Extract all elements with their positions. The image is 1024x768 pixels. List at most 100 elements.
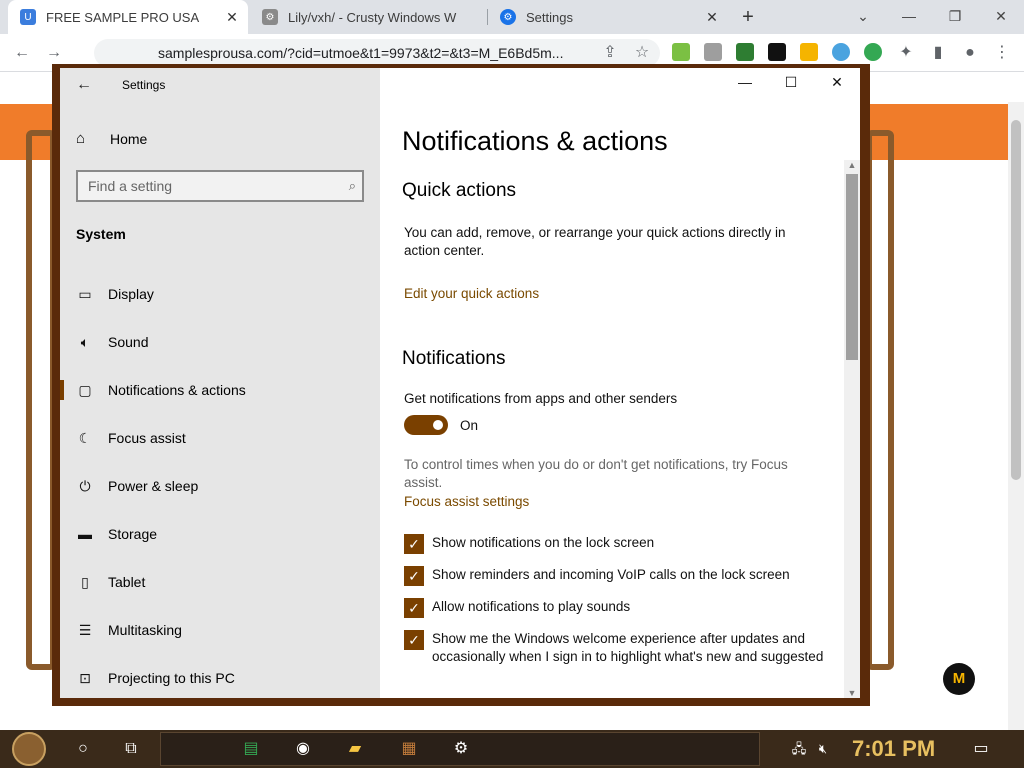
back-arrow-icon[interactable]: ←	[76, 76, 96, 96]
page-scroll-thumb[interactable]	[1011, 120, 1021, 480]
sidebar-item-notifications[interactable]: ▢ Notifications & actions	[60, 372, 380, 408]
checkmark-icon[interactable]: ✓	[404, 630, 424, 650]
tab-label: Settings	[526, 9, 573, 25]
sidebar-item-storage[interactable]: ▬ Storage	[60, 516, 380, 552]
sidebar-item-projecting[interactable]: ⊡ Projecting to this PC	[60, 660, 380, 696]
sidebar-item-power-sleep[interactable]: ⏻ Power & sleep	[60, 468, 380, 504]
sidebar-item-label: Display	[108, 286, 154, 302]
task-view-icon[interactable]: ⧉	[116, 734, 146, 764]
moon-icon: ☾	[78, 429, 92, 446]
checkmark-icon[interactable]: ✓	[404, 534, 424, 554]
puzzle-extensions-icon[interactable]: ✦	[894, 41, 918, 65]
speaker-icon: 🔈︎	[80, 333, 90, 350]
browser-tab-free-sample[interactable]: U FREE SAMPLE PRO USA ✕	[8, 0, 248, 34]
notifications-toggle[interactable]	[404, 415, 448, 435]
extension-icon[interactable]	[736, 43, 754, 61]
find-setting-input[interactable]: Find a setting ⌕	[76, 170, 364, 202]
sheets-app-icon[interactable]: ▤	[236, 734, 266, 764]
restore-browser-icon[interactable]: ❐	[932, 4, 978, 28]
checkbox-label: Allow notifications to play sounds	[432, 599, 631, 614]
search-icon: ⌕	[348, 178, 356, 193]
sidebar-item-label: Notifications & actions	[108, 382, 246, 398]
settings-scroll-thumb[interactable]	[846, 174, 858, 360]
globe-icon[interactable]	[832, 43, 850, 61]
settings-window: ← Settings ⌂ Home Find a setting ⌕ Syste…	[52, 64, 870, 706]
action-center-icon[interactable]: ▭	[966, 734, 996, 764]
reminders-voip-checkbox-row[interactable]: ✓ Show reminders and incoming VoIP calls…	[404, 566, 824, 586]
new-tab-button[interactable]: +	[736, 5, 760, 29]
side-panel-icon[interactable]: ▮	[926, 41, 950, 65]
browser-tab-settings[interactable]: ⚙ Settings ✕	[488, 0, 728, 34]
notification-sounds-checkbox-row[interactable]: ✓ Allow notifications to play sounds	[404, 598, 824, 618]
close-tab-icon[interactable]: ✕	[704, 9, 720, 25]
site-favicon-icon: U	[20, 9, 36, 25]
settings-sidebar: ← Settings ⌂ Home Find a setting ⌕ Syste…	[60, 68, 380, 698]
share-icon[interactable]: ⇪	[598, 41, 622, 65]
quick-actions-heading: Quick actions	[402, 180, 517, 201]
settings-gear-icon[interactable]: ⚙	[446, 734, 476, 764]
checkmark-icon[interactable]: ✓	[404, 566, 424, 586]
tab-label: Lily/vxh/ - Crusty Windows W	[288, 9, 457, 25]
extension-icon[interactable]	[800, 43, 818, 61]
edit-quick-actions-link[interactable]: Edit your quick actions	[404, 286, 539, 301]
close-tab-icon[interactable]: ✕	[224, 9, 240, 25]
muted-speaker-icon[interactable]: 🔇︎	[808, 734, 838, 764]
lock-screen-notifications-checkbox-row[interactable]: ✓ Show notifications on the lock screen	[404, 534, 824, 554]
forward-arrow-icon[interactable]: →	[42, 41, 66, 65]
welcome-experience-checkbox-row[interactable]: ✓ Show me the Windows welcome experience…	[404, 630, 824, 666]
scroll-down-arrow-icon[interactable]: ▼	[844, 688, 860, 698]
extension-icon[interactable]	[864, 43, 882, 61]
checkmark-icon[interactable]: ✓	[404, 598, 424, 618]
sidebar-item-tablet[interactable]: ▯ Tablet	[60, 564, 380, 600]
scroll-up-arrow-icon[interactable]: ▲	[844, 160, 860, 170]
start-button[interactable]	[12, 732, 46, 766]
focus-assist-hint: To control times when you do or don't ge…	[404, 457, 788, 490]
section-heading-system: System	[76, 226, 126, 242]
sidebar-item-label: Tablet	[108, 574, 146, 590]
minimize-window-icon[interactable]: —	[730, 74, 760, 96]
extension-icon[interactable]	[672, 43, 690, 61]
page-scrollbar[interactable]	[1008, 102, 1024, 730]
checkbox-label: Show me the Windows welcome experience a…	[432, 631, 824, 664]
power-icon: ⏻	[79, 477, 91, 494]
sidebar-item-label: Power & sleep	[108, 478, 199, 494]
extension-icon[interactable]	[768, 43, 786, 61]
settings-scrollbar[interactable]: ▲ ▼	[844, 160, 860, 698]
back-arrow-icon[interactable]: ←	[10, 41, 34, 65]
sidebar-item-label: Projecting to this PC	[108, 670, 235, 686]
profile-avatar-icon[interactable]: ●	[958, 41, 982, 65]
steampunk-frame-right	[866, 130, 894, 670]
sidebar-item-multitasking[interactable]: ☰ Multitasking	[60, 612, 380, 648]
tab-search-chevron-icon[interactable]: ⌄	[840, 4, 886, 28]
file-explorer-folder-icon[interactable]: ▰	[340, 734, 370, 764]
settings-gear-icon: ⚙	[500, 9, 516, 25]
notifications-toggle-caption: Get notifications from apps and other se…	[404, 391, 678, 406]
maximize-window-icon[interactable]: ☐	[776, 74, 806, 96]
page-title: Notifications & actions	[402, 126, 668, 156]
gamepad-icon[interactable]	[704, 43, 722, 61]
app-thumbnail-icon[interactable]: ▦	[394, 734, 424, 764]
kebab-menu-icon[interactable]: ⋮	[990, 41, 1014, 65]
toggle-state-label: On	[460, 418, 479, 433]
settings-window-title: Settings	[122, 78, 166, 92]
projecting-icon: ⊡	[79, 669, 91, 686]
focus-assist-settings-link[interactable]: Focus assist settings	[404, 494, 529, 509]
browser-tab-crusty-windows[interactable]: ⚙ Lily/vxh/ - Crusty Windows W	[250, 0, 486, 34]
address-bar[interactable]: samplesprousa.com/?cid=utmoe&t1=9973&t2=…	[94, 39, 660, 67]
settings-content: — ☐ ✕ Notifications & actions Quick acti…	[380, 68, 860, 698]
floating-m-badge-icon[interactable]: M	[943, 663, 975, 695]
taskbar-clock[interactable]: 7:01 PM	[852, 736, 935, 762]
bookmark-star-icon[interactable]: ☆	[630, 41, 654, 65]
cortana-circle-icon[interactable]: ○	[68, 734, 98, 764]
quick-actions-description: You can add, remove, or rearrange your q…	[404, 225, 786, 258]
home-nav-item[interactable]: ⌂ Home	[76, 130, 147, 147]
close-window-icon[interactable]: ✕	[822, 74, 852, 96]
minimize-browser-icon[interactable]: —	[886, 4, 932, 28]
notification-icon: ▢	[78, 381, 92, 398]
sidebar-item-display[interactable]: ▭ Display	[60, 276, 380, 312]
tab-label: FREE SAMPLE PRO USA	[46, 9, 200, 25]
chrome-browser-icon[interactable]: ◉	[288, 734, 318, 764]
close-browser-icon[interactable]: ✕	[978, 4, 1024, 28]
sidebar-item-focus-assist[interactable]: ☾ Focus assist	[60, 420, 380, 456]
sidebar-item-sound[interactable]: 🔈︎ Sound	[60, 324, 380, 360]
